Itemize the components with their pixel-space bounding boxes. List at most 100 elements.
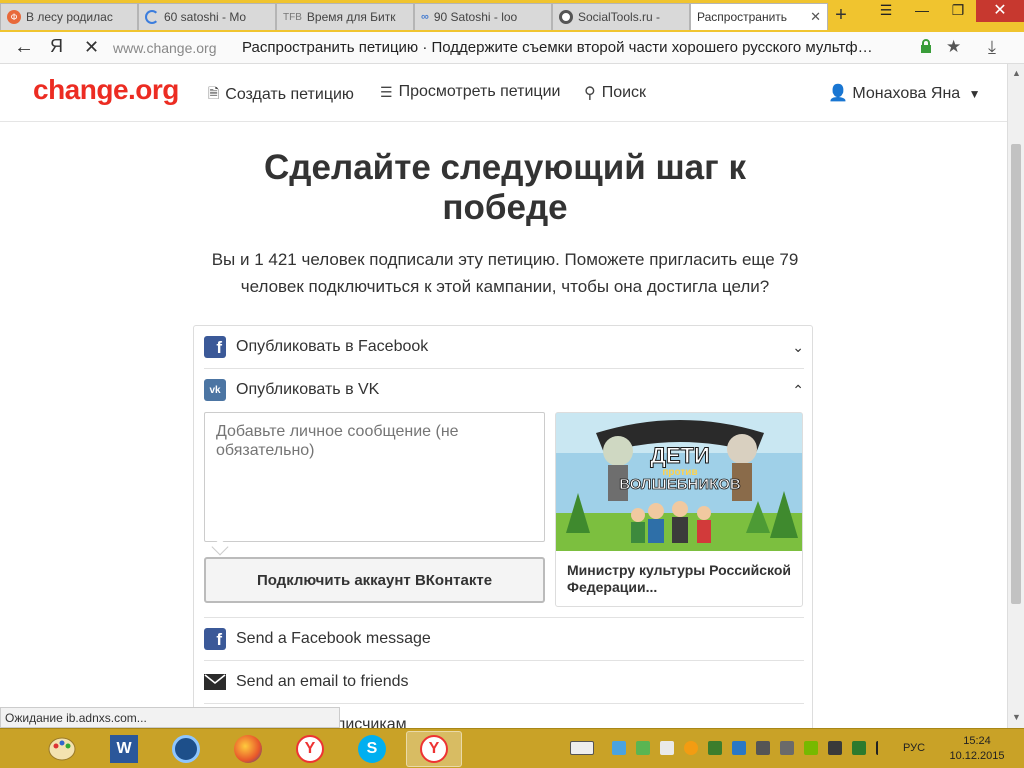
taskbar-yandex-active-icon[interactable]: Y: [406, 731, 462, 767]
nav-search[interactable]: ⚲ Поиск: [584, 83, 646, 103]
keyboard-icon[interactable]: [570, 741, 594, 755]
bookmark-star-icon[interactable]: ★: [946, 37, 961, 57]
tab-5[interactable]: SocialTools.ru -: [552, 3, 690, 30]
download-icon[interactable]: ⤓: [988, 37, 996, 58]
user-menu[interactable]: 👤 Монахова Яна ▼: [828, 83, 981, 103]
tab-4[interactable]: ∞ 90 Satoshi - loo: [414, 3, 552, 30]
signature-summary: Вы и 1 421 человек подписали эту петицию…: [211, 250, 799, 296]
tab-1[interactable]: Ф В лесу родилас: [0, 3, 138, 30]
palette-icon: [48, 737, 76, 761]
browser-tab-strip: Ф В лесу родилас 60 satoshi - Mo TFB Вре…: [0, 0, 1024, 32]
facebook-icon: f: [204, 628, 226, 650]
nav-create-petition[interactable]: 🗎 Создать петицию: [208, 83, 354, 107]
taskbar-skype-icon[interactable]: S: [344, 731, 400, 767]
loading-spinner-icon: [145, 10, 159, 24]
share-email-row[interactable]: Send an email to friends: [204, 661, 804, 703]
tab-label: SocialTools.ru -: [578, 10, 661, 24]
camera-icon[interactable]: [612, 741, 626, 755]
gauge-icon: [172, 735, 200, 763]
scroll-up-icon[interactable]: ▲: [1012, 68, 1021, 78]
chevron-down-icon: ⌄: [792, 338, 804, 355]
taskbar-speed-icon[interactable]: [158, 731, 214, 767]
personal-message-input[interactable]: [204, 412, 545, 542]
tray-app-icon[interactable]: [828, 741, 842, 755]
scroll-down-icon[interactable]: ▼: [1012, 712, 1021, 722]
petition-cartoon-image: ДЕТИ против ВОЛШЕБНИКОВ: [556, 413, 802, 551]
tray-app-icon[interactable]: [684, 741, 698, 755]
tray-app-icon[interactable]: [660, 741, 674, 755]
petition-preview-card[interactable]: ДЕТИ против ВОЛШЕБНИКОВ Министру культур…: [555, 412, 803, 607]
list-icon: ☰: [380, 83, 393, 100]
share-option-label: Send a Facebook message: [236, 630, 431, 647]
address-bar: ← Я ✕ www.change.org Распространить пети…: [0, 32, 1024, 64]
firefox-icon: [234, 735, 262, 763]
close-tab-icon[interactable]: ✕: [804, 9, 821, 25]
maximize-icon[interactable]: ❐: [940, 2, 976, 19]
share-option-label: Send an email to friends: [236, 673, 409, 690]
nav-browse-petitions[interactable]: ☰ Просмотреть петиции: [380, 83, 560, 101]
nav-label: Просмотреть петиции: [398, 83, 561, 100]
tab-6-active[interactable]: Распространить ✕: [690, 3, 828, 30]
share-facebook-message-row[interactable]: f Send a Facebook message: [204, 618, 804, 660]
minimize-icon[interactable]: —: [904, 2, 940, 18]
change-org-logo[interactable]: change.org: [33, 74, 179, 106]
tab-label: 60 satoshi - Mo: [164, 10, 247, 24]
chevron-down-icon: ▼: [968, 87, 981, 101]
tray-app-icon[interactable]: [708, 741, 722, 755]
browser-status-text: Ожидание ib.adnxs.com...: [0, 707, 340, 728]
taskbar-firefox-icon[interactable]: [220, 731, 276, 767]
page-scrollbar[interactable]: ▲ ▼: [1007, 64, 1024, 728]
connect-vk-button[interactable]: Подключить аккаунт ВКонтакте: [204, 557, 545, 603]
tab-2[interactable]: 60 satoshi - Mo: [138, 3, 276, 30]
yandex-logo-icon[interactable]: Я: [50, 36, 63, 57]
tab-label: Распространить: [697, 10, 788, 24]
socialtools-favicon-icon: [559, 10, 573, 24]
page-title-text[interactable]: Распространить петицию · Поддержите съем…: [242, 39, 873, 56]
image-title-line-3: ВОЛШЕБНИКОВ: [619, 476, 741, 493]
tfb-favicon-icon: TFB: [283, 11, 302, 23]
favicon-icon: Ф: [7, 10, 21, 24]
tray-app-icon[interactable]: [636, 741, 650, 755]
chevron-up-icon: ⌃: [792, 381, 804, 398]
user-name: Монахова Яна: [852, 85, 961, 102]
tray-app-icon[interactable]: [756, 741, 770, 755]
taskbar-word-icon[interactable]: W: [96, 731, 152, 767]
tab-label: В лесу родилас: [26, 10, 113, 24]
stop-loading-icon[interactable]: ✕: [84, 37, 99, 58]
tray-app-icon[interactable]: [852, 741, 866, 755]
close-window-icon[interactable]: ✕: [976, 0, 1024, 22]
site-header: change.org 🗎 Создать петицию ☰ Просмотре…: [0, 64, 1007, 122]
share-vk-post-row[interactable]: vk Опубликовать в VK ⌃: [204, 369, 804, 411]
yandex-icon: Y: [296, 735, 324, 763]
system-clock[interactable]: 15:24 10.12.2015: [944, 734, 1010, 764]
envelope-icon: [204, 674, 226, 690]
yandex-icon: Y: [420, 735, 448, 763]
share-facebook-post-row[interactable]: f Опубликовать в Facebook ⌄: [204, 326, 804, 368]
nvidia-icon[interactable]: [804, 741, 818, 755]
tray-app-icon[interactable]: [732, 741, 746, 755]
scroll-thumb[interactable]: [1011, 144, 1021, 604]
flag-icon[interactable]: [876, 741, 890, 755]
lock-icon: [921, 39, 931, 53]
page-headline: Сделайте следующий шаг к победе: [264, 148, 746, 227]
tab-label: Время для Битк: [306, 10, 396, 24]
back-arrow-icon[interactable]: ←: [14, 36, 34, 59]
language-indicator[interactable]: РУС: [903, 742, 925, 754]
tab-3[interactable]: TFB Время для Битк: [276, 3, 414, 30]
facebook-icon: f: [204, 336, 226, 358]
clock-time: 15:24: [963, 735, 991, 747]
tray-app-icon[interactable]: [780, 741, 794, 755]
taskbar-yandex-browser-icon[interactable]: Y: [282, 731, 338, 767]
windows-taskbar: W Y S Y РУС 15:24 10.12.2015: [0, 728, 1024, 768]
user-icon: 👤: [828, 85, 848, 102]
url-text[interactable]: www.change.org: [113, 40, 217, 56]
search-icon: ⚲: [584, 85, 596, 102]
petition-card-title: Министру культуры Российской Федерации..…: [567, 562, 792, 595]
taskbar-paint-icon[interactable]: [34, 731, 90, 767]
new-tab-button[interactable]: +: [830, 4, 852, 27]
clock-date: 10.12.2015: [949, 750, 1005, 762]
infinity-favicon-icon: ∞: [421, 11, 429, 23]
menu-icon[interactable]: ☰: [868, 2, 904, 19]
vk-icon: vk: [204, 379, 226, 401]
share-option-label: Опубликовать в VK: [236, 381, 380, 398]
